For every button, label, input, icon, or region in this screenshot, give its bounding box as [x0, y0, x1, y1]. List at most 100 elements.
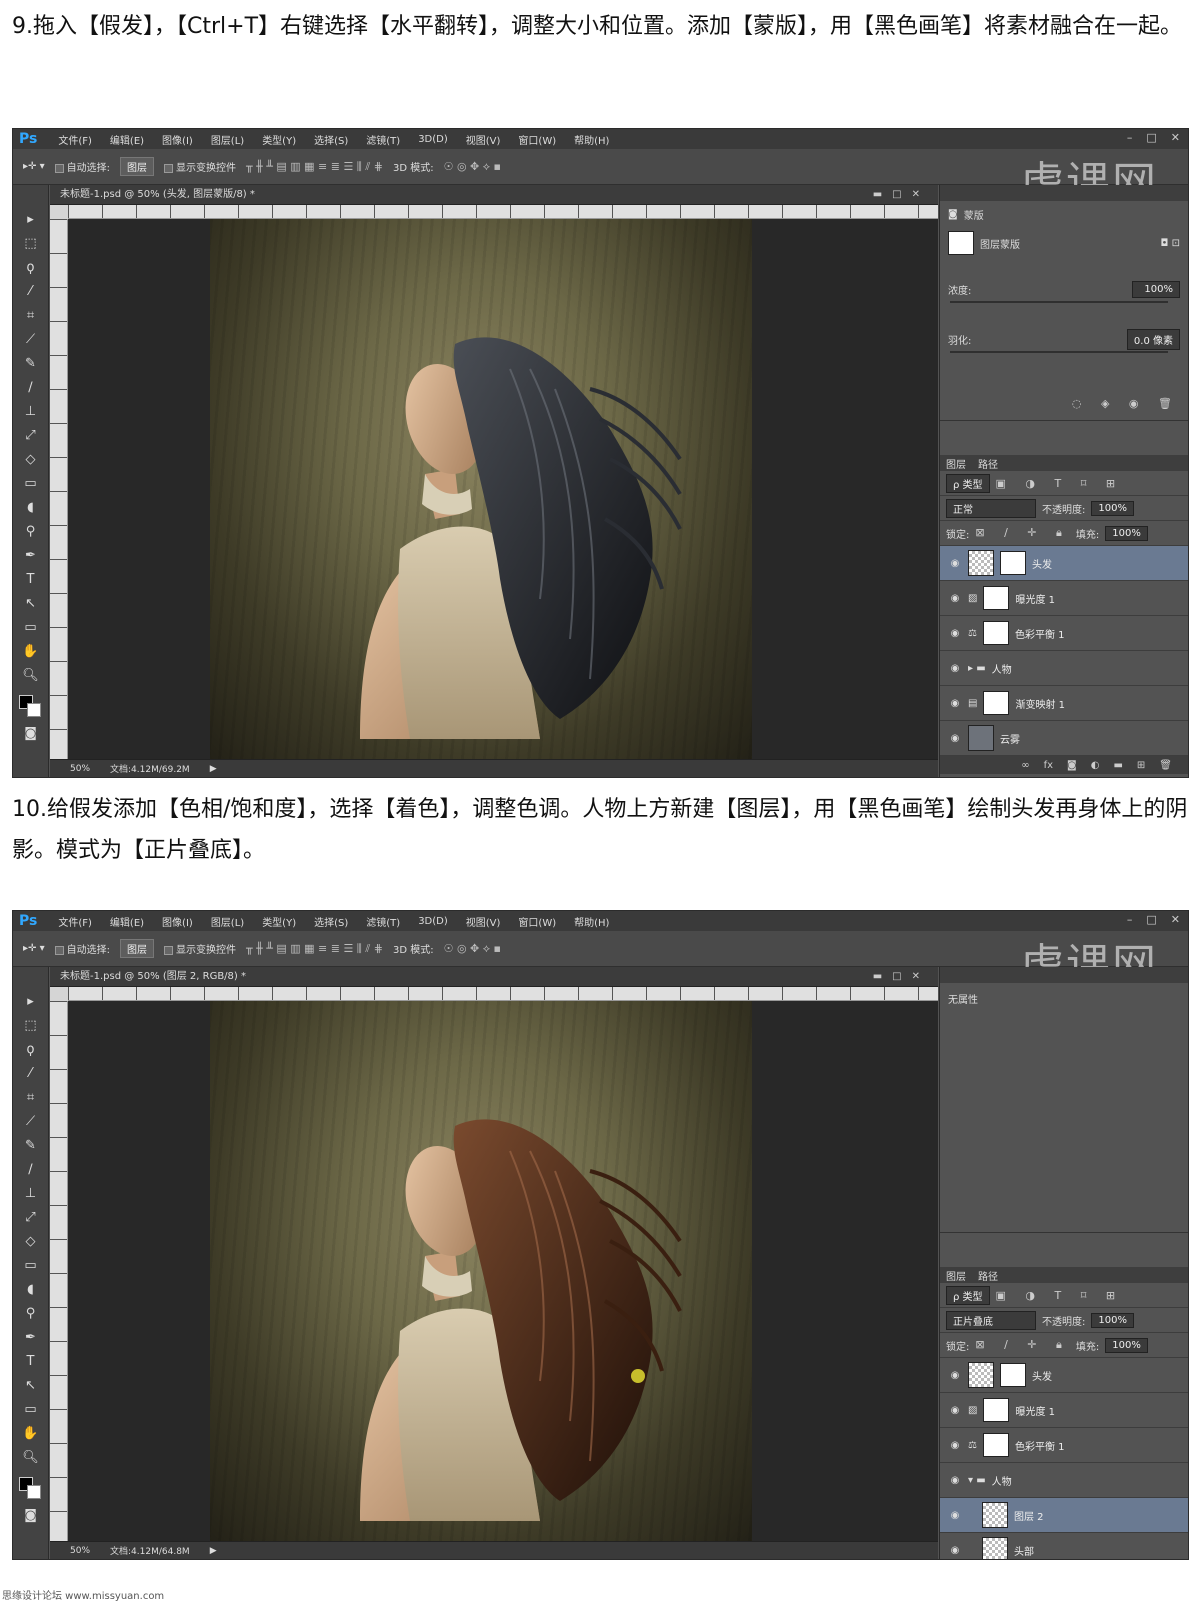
canvas-image[interactable]: [210, 1001, 752, 1541]
quick-mask-icon[interactable]: ◙: [20, 1507, 42, 1525]
color-swatches[interactable]: [18, 695, 43, 719]
visibility-eye-icon[interactable]: ◉: [948, 1440, 962, 1451]
layer-row[interactable]: ◉ ⚖ 色彩平衡 1: [940, 1428, 1188, 1463]
link-layers-icon[interactable]: ∞: [1021, 760, 1029, 771]
lasso-tool-icon[interactable]: ϙ: [20, 1041, 42, 1059]
visibility-eye-icon[interactable]: ◉: [948, 733, 962, 744]
layer-row[interactable]: ◉ 云雾: [940, 721, 1188, 756]
dodge-tool-icon[interactable]: ⚲: [20, 1305, 42, 1323]
eyedropper-tool-icon[interactable]: ⟋: [20, 1113, 42, 1131]
quick-select-tool-icon[interactable]: ⁄: [20, 1065, 42, 1083]
visibility-eye-icon[interactable]: ◉: [948, 1475, 962, 1486]
menu-select[interactable]: 选择(S): [305, 914, 357, 929]
visibility-eye-icon[interactable]: ◉: [948, 1370, 962, 1381]
menu-select[interactable]: 选择(S): [305, 132, 357, 147]
menu-filter[interactable]: 滤镜(T): [357, 914, 409, 929]
zoom-tool-icon[interactable]: 🔍︎: [20, 667, 42, 685]
show-transform-checkbox[interactable]: 显示变换控件: [163, 159, 236, 174]
marquee-tool-icon[interactable]: ⬚: [20, 1017, 42, 1035]
tab-paths[interactable]: 路径: [978, 1268, 998, 1283]
menu-view[interactable]: 视图(V): [457, 914, 510, 929]
mask-type-icons[interactable]: ◘ ⊡: [1161, 238, 1180, 249]
blend-mode-select[interactable]: 正片叠底: [946, 1310, 1036, 1330]
menu-window[interactable]: 窗口(W): [509, 132, 565, 147]
minimize-icon[interactable]: –: [1127, 131, 1133, 144]
menu-3d[interactable]: 3D(D): [409, 134, 457, 145]
menu-help[interactable]: 帮助(H): [565, 914, 618, 929]
crop-tool-icon[interactable]: ⌗: [20, 307, 42, 325]
layer-mask-thumbnail[interactable]: [983, 691, 1010, 715]
mask-thumbnail[interactable]: [948, 231, 974, 255]
align-icons[interactable]: ╥ ╫ ╨ ▤ ▥ ▦ ≡ ≣ ☰ ⫼ ⫽ ⋕: [246, 942, 383, 956]
visibility-eye-icon[interactable]: ◉: [948, 698, 962, 709]
blur-tool-icon[interactable]: ◖: [20, 1281, 42, 1299]
shape-tool-icon[interactable]: ▭: [20, 1401, 42, 1419]
layer-row[interactable]: ◉ 头部: [940, 1533, 1188, 1559]
crop-tool-icon[interactable]: ⌗: [20, 1089, 42, 1107]
zoom-level[interactable]: 50%: [70, 764, 90, 774]
pen-tool-icon[interactable]: ✒: [20, 547, 42, 565]
density-value[interactable]: 100%: [1132, 281, 1180, 298]
layer-mask-thumbnail[interactable]: [982, 1433, 1009, 1457]
lock-icons[interactable]: ⊠ ∕ ✛ 🔒︎: [975, 1338, 1069, 1352]
eraser-tool-icon[interactable]: ◇: [20, 1233, 42, 1251]
eyedropper-tool-icon[interactable]: ⟋: [20, 331, 42, 349]
fill-value[interactable]: 100%: [1105, 1337, 1148, 1353]
new-group-icon[interactable]: ▬: [1113, 760, 1122, 771]
layer-mask-thumbnail[interactable]: [982, 621, 1009, 645]
path-select-icon[interactable]: ↖: [20, 1377, 42, 1395]
healing-tool-icon[interactable]: ✎: [20, 355, 42, 373]
doc-window-controls[interactable]: ▬□✕: [873, 967, 930, 987]
layer-group-row[interactable]: ◉ ▾ ▬ 人物: [940, 1463, 1188, 1498]
align-icons[interactable]: ╥ ╫ ╨ ▤ ▥ ▦ ≡ ≣ ☰ ⫼ ⫽ ⋕: [246, 160, 383, 174]
blend-mode-select[interactable]: 正常: [946, 498, 1036, 518]
move-tool-icon[interactable]: ▸✛ ▾: [23, 943, 45, 954]
menu-image[interactable]: 图像(I): [153, 132, 202, 147]
layer-kind-filter[interactable]: ρ 类型: [946, 1285, 990, 1305]
3d-mode-icons[interactable]: ☉ ◎ ✥ ⟡ ▪: [444, 942, 501, 956]
visibility-eye-icon[interactable]: ◉: [948, 1545, 962, 1556]
menu-help[interactable]: 帮助(H): [565, 132, 618, 147]
layer-row[interactable]: ◉ ▨ 曝光度 1: [940, 1393, 1188, 1428]
visibility-eye-icon[interactable]: ◉: [948, 1405, 962, 1416]
visibility-eye-icon[interactable]: ◉: [948, 628, 962, 639]
opacity-value[interactable]: 100%: [1091, 500, 1134, 516]
zoom-level[interactable]: 50%: [70, 1546, 90, 1556]
layer-row[interactable]: ◉ ▤ 渐变映射 1: [940, 686, 1188, 721]
filter-icons[interactable]: ▣ ◑ T ⌑ ⊞: [996, 477, 1124, 490]
zoom-tool-icon[interactable]: 🔍︎: [20, 1449, 42, 1467]
tab-layers[interactable]: 图层: [946, 456, 966, 471]
menu-layer[interactable]: 图层(L): [202, 132, 253, 147]
menu-3d[interactable]: 3D(D): [409, 916, 457, 927]
vertical-ruler[interactable]: [50, 1001, 68, 1541]
healing-tool-icon[interactable]: ✎: [20, 1137, 42, 1155]
visibility-eye-icon[interactable]: ◉: [948, 1510, 962, 1521]
layer-row[interactable]: ◉ ▨ 曝光度 1: [940, 581, 1188, 616]
menu-type[interactable]: 类型(Y): [253, 914, 305, 929]
history-brush-icon[interactable]: ⤢: [20, 427, 42, 445]
new-layer-icon[interactable]: ⊞: [1137, 760, 1145, 771]
auto-select-dropdown[interactable]: 图层: [119, 157, 154, 176]
hand-tool-icon[interactable]: ✋: [20, 1425, 42, 1443]
canvas-image[interactable]: [210, 219, 752, 759]
brush-tool-icon[interactable]: ∕: [20, 1161, 42, 1179]
hand-tool-icon[interactable]: ✋: [20, 643, 42, 661]
type-tool-icon[interactable]: T: [20, 571, 42, 589]
shape-tool-icon[interactable]: ▭: [20, 619, 42, 637]
path-select-icon[interactable]: ↖: [20, 595, 42, 613]
auto-select-checkbox[interactable]: 自动选择:: [54, 941, 110, 956]
layer-mask-thumbnail[interactable]: [1000, 551, 1026, 575]
quick-select-tool-icon[interactable]: ⁄: [20, 283, 42, 301]
marquee-tool-icon[interactable]: ⬚: [20, 235, 42, 253]
tab-layers[interactable]: 图层: [946, 1268, 966, 1283]
close-icon[interactable]: ✕: [1171, 913, 1180, 926]
auto-select-dropdown[interactable]: 图层: [119, 939, 154, 958]
fill-value[interactable]: 100%: [1105, 525, 1148, 541]
move-tool-icon[interactable]: ▸✛ ▾: [23, 161, 45, 172]
layer-mask-thumbnail[interactable]: [1000, 1363, 1026, 1387]
dodge-tool-icon[interactable]: ⚲: [20, 523, 42, 541]
move-tool-icon[interactable]: ▸: [20, 993, 42, 1011]
layer-mask-thumbnail[interactable]: [983, 1398, 1010, 1422]
menu-edit[interactable]: 编辑(E): [101, 914, 153, 929]
add-mask-icon[interactable]: ◙: [1067, 760, 1077, 771]
